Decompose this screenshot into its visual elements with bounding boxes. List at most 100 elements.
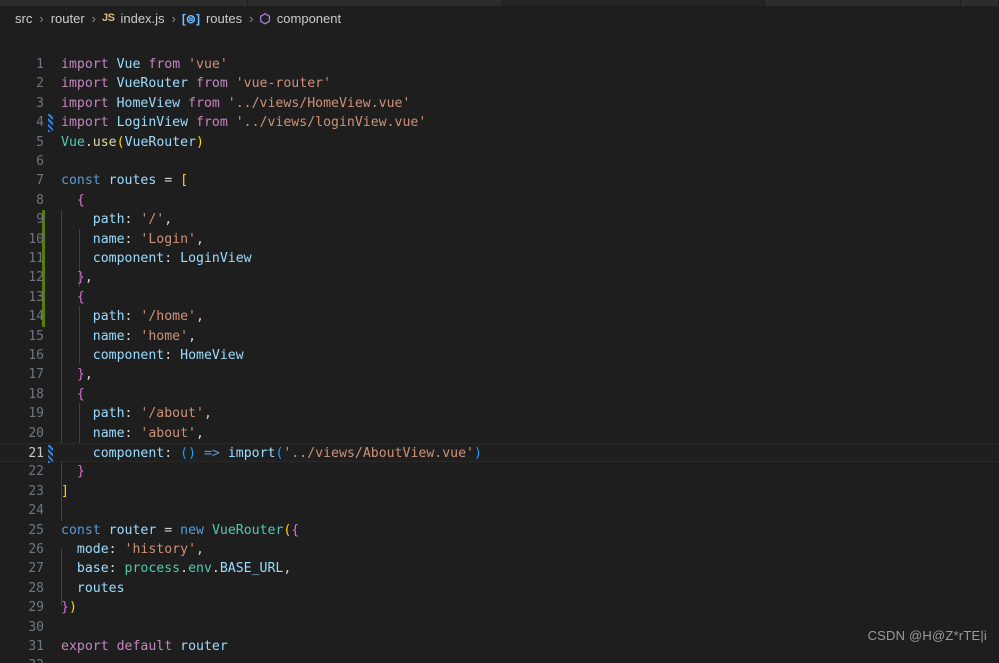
breadcrumb-separator: ›: [171, 11, 176, 26]
breadcrumb-item-router[interactable]: router: [50, 11, 86, 26]
code-line[interactable]: 24: [0, 501, 999, 520]
code-line[interactable]: 12 },: [0, 268, 999, 287]
code-line[interactable]: 18 {: [0, 385, 999, 404]
breadcrumb-item-routes[interactable]: [⊜] routes: [182, 11, 243, 26]
code-line[interactable]: 22 }: [0, 462, 999, 481]
line-number: 9: [36, 212, 44, 228]
variable-symbol-icon: [⊜]: [181, 11, 200, 26]
code-line[interactable]: 26 mode: 'history',: [0, 540, 999, 559]
line-number: 15: [28, 328, 44, 344]
line-number: 29: [28, 600, 44, 616]
code-line[interactable]: 21 component: () => import('../views/Abo…: [0, 443, 999, 463]
line-number: 24: [28, 503, 44, 519]
breadcrumb-label: component: [276, 11, 342, 26]
line-number: 6: [36, 154, 44, 169]
gutter-squiggle-marker[interactable]: [48, 114, 53, 133]
code-text: },: [76, 367, 93, 383]
code-text: name: 'Login',: [92, 231, 204, 247]
vscode-editor-window: src › router › JS index.js › [⊜] routes › ⬡ compone…: [0, 0, 999, 663]
code-line[interactable]: 13 {: [0, 288, 999, 307]
code-text: component: () => import('../views/AboutV…: [92, 446, 482, 461]
code-text: routes: [76, 580, 125, 596]
line-number: 22: [28, 464, 44, 480]
breadcrumb-label: router: [50, 11, 85, 26]
line-number: 28: [28, 580, 44, 596]
code-text: name: 'home',: [92, 328, 197, 344]
line-number: 32: [0, 656, 44, 663]
code-text: Vue.use(VueRouter): [61, 134, 204, 150]
line-number: 26: [28, 542, 44, 557]
js-file-icon: JS: [102, 12, 115, 24]
line-number: 20: [28, 425, 44, 441]
breadcrumb-item-src[interactable]: src: [14, 11, 33, 26]
code-text: },: [76, 270, 93, 286]
code-text: mode: 'history',: [76, 542, 204, 557]
line-number: 2: [36, 76, 44, 92]
line-number: 17: [28, 367, 44, 383]
code-text: const routes = [: [61, 173, 189, 189]
line-number: 27: [28, 561, 44, 577]
code-line[interactable]: 7 const routes = [: [0, 171, 999, 190]
code-line[interactable]: 30: [0, 618, 999, 637]
line-number: 21: [28, 446, 44, 461]
gutter-squiggle-marker[interactable]: [48, 445, 53, 463]
code-line[interactable]: 31 export default router: [0, 637, 999, 656]
line-number: 3: [36, 95, 44, 111]
code-line[interactable]: 20 name: 'about',: [0, 424, 999, 443]
code-line[interactable]: 6: [0, 152, 999, 171]
line-number: 16: [28, 348, 44, 363]
code-text: name: 'about',: [92, 425, 204, 441]
code-content[interactable]: 1 import Vue from 'vue' 2 import VueRouter …: [0, 31, 999, 663]
line-number: 4: [36, 115, 44, 131]
code-line[interactable]: 14 path: '/home',: [0, 307, 999, 326]
code-line[interactable]: 4 import LoginView from '../views/loginVi…: [0, 113, 999, 133]
line-number: 19: [28, 406, 44, 422]
code-line[interactable]: 29}): [0, 598, 999, 617]
breadcrumb-item-component[interactable]: ⬡ component: [259, 11, 342, 26]
code-text: import Vue from 'vue': [61, 57, 228, 72]
cube-symbol-icon: ⬡: [259, 11, 271, 26]
line-number: 14: [28, 309, 44, 325]
line-number: 30: [28, 619, 44, 635]
code-line[interactable]: 27 base: process.env.BASE_URL,: [0, 559, 999, 578]
breadcrumb-separator: ›: [39, 11, 44, 26]
code-line[interactable]: 10 name: 'Login',: [0, 230, 999, 249]
code-line[interactable]: 28 routes: [0, 579, 999, 598]
code-text: }: [76, 464, 85, 480]
code-text: const router = new VueRouter({: [61, 522, 300, 538]
line-number: 12: [28, 270, 44, 286]
code-line[interactable]: 2 import VueRouter from 'vue-router': [0, 74, 999, 93]
code-line[interactable]: 32: [0, 656, 999, 663]
code-text: path: '/home',: [92, 309, 204, 325]
line-number: 1: [36, 57, 44, 72]
code-line[interactable]: 19 path: '/about',: [0, 404, 999, 423]
code-line[interactable]: 11 component: LoginView: [0, 249, 999, 268]
line-number: 31: [28, 639, 44, 654]
code-line[interactable]: 16 component: HomeView: [0, 346, 999, 365]
breadcrumb-item-index-js[interactable]: JS index.js: [102, 11, 166, 26]
code-editor[interactable]: 1 import Vue from 'vue' 2 import VueRouter …: [0, 31, 999, 663]
line-number: 13: [28, 289, 44, 305]
code-line[interactable]: 23]: [0, 482, 999, 501]
code-line[interactable]: 5 Vue.use(VueRouter): [0, 133, 999, 152]
code-line[interactable]: 1 import Vue from 'vue': [0, 55, 999, 74]
code-text: import LoginView from '../views/loginVie…: [61, 115, 427, 131]
code-line[interactable]: 9 path: '/',: [0, 210, 999, 229]
code-text: base: process.env.BASE_URL,: [76, 561, 292, 577]
code-line[interactable]: 25 const router = new VueRouter({: [0, 521, 999, 540]
code-text: import HomeView from '../views/HomeView.…: [61, 95, 411, 111]
code-line[interactable]: 8 {: [0, 191, 999, 210]
code-text: }): [61, 600, 77, 616]
line-number: 5: [36, 134, 44, 150]
watermark-text: CSDN @H@Z*rTE|i: [867, 628, 987, 643]
code-text: {: [76, 192, 85, 208]
code-text: export default router: [61, 639, 228, 654]
breadcrumb[interactable]: src › router › JS index.js › [⊜] routes › ⬡ compone…: [0, 6, 999, 31]
code-line[interactable]: 15 name: 'home',: [0, 327, 999, 346]
code-line[interactable]: 3 import HomeView from '../views/HomeView…: [0, 94, 999, 113]
code-text: import VueRouter from 'vue-router': [61, 76, 332, 92]
code-line[interactable]: 17 },: [0, 365, 999, 384]
code-text: path: '/about',: [92, 406, 212, 422]
breadcrumb-label: routes: [205, 11, 243, 26]
line-number: 11: [28, 251, 44, 266]
